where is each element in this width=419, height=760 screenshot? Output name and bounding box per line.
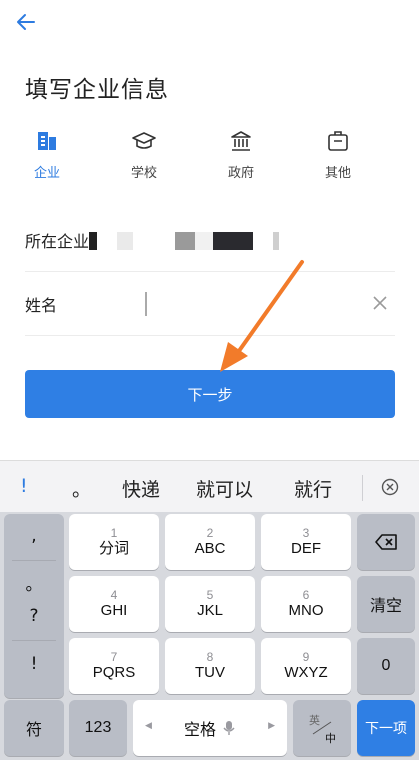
redacted-block xyxy=(195,232,213,250)
left-chevron-icon: ◀ xyxy=(145,720,152,730)
key-letters: TUV xyxy=(195,664,225,681)
redacted-block xyxy=(273,232,279,250)
key-9[interactable]: 9 WXYZ xyxy=(261,638,351,694)
key-7[interactable]: 7 PQRS xyxy=(69,638,159,694)
text-cursor xyxy=(145,292,147,316)
key-number: 9 xyxy=(302,650,310,664)
symbol-key[interactable]: 。 xyxy=(4,570,64,595)
close-keyboard-icon[interactable] xyxy=(381,478,399,496)
org-type-enterprise[interactable]: 企业 xyxy=(12,128,82,181)
backspace-icon xyxy=(375,534,397,550)
key-1[interactable]: 1 分词 xyxy=(69,514,159,570)
candidate-item[interactable]: 快递 xyxy=(122,475,160,502)
candidate-item[interactable]: 。 xyxy=(72,475,91,502)
space-key[interactable]: ◀ 空格 ▶ xyxy=(133,700,287,756)
key-number: 1 xyxy=(110,526,118,540)
clear-key[interactable]: 清空 xyxy=(357,576,415,632)
candidate-item[interactable]: 就可以 xyxy=(196,475,253,502)
microphone-icon xyxy=(223,721,235,735)
key-number: 2 xyxy=(206,526,214,540)
clear-key-label: 清空 xyxy=(369,598,402,615)
redacted-block xyxy=(89,232,97,250)
key-6[interactable]: 6 MNO xyxy=(261,576,351,632)
key-number: 8 xyxy=(206,650,214,664)
name-label: 姓名 xyxy=(25,296,58,315)
divider xyxy=(12,640,56,641)
org-type-selector: 企业 学校 政府 其他 xyxy=(0,128,419,188)
number-switch-key[interactable]: 123 xyxy=(69,700,127,756)
symbol-key[interactable]: ? xyxy=(4,606,64,626)
lang-chinese-label: 中 xyxy=(325,733,336,745)
language-switch-divider xyxy=(312,721,332,735)
key-4[interactable]: 4 GHI xyxy=(69,576,159,632)
right-chevron-icon: ▶ xyxy=(268,720,275,730)
symbol-key[interactable]: ! xyxy=(4,654,64,674)
redacted-block xyxy=(117,232,133,250)
candidate-item[interactable]: ! xyxy=(20,475,28,497)
candidate-bar: ! 。 快递 就可以 就行 xyxy=(0,460,419,512)
zero-key[interactable]: 0 xyxy=(357,638,415,694)
back-arrow-icon[interactable] xyxy=(14,10,38,34)
key-letters: DEF xyxy=(291,540,321,557)
page-title: 填写企业信息 xyxy=(25,77,169,103)
clear-icon[interactable] xyxy=(371,294,389,312)
lang-english-label: 英 xyxy=(309,715,320,727)
name-field[interactable]: 姓名 xyxy=(25,272,395,336)
government-icon xyxy=(206,128,276,154)
redacted-block xyxy=(175,232,195,250)
language-switch-key[interactable]: 英 中 xyxy=(293,700,351,756)
key-number: 5 xyxy=(206,588,214,602)
next-step-button[interactable]: 下一步 xyxy=(25,370,395,418)
symbol-key[interactable]: , xyxy=(4,526,64,546)
divider xyxy=(12,560,56,561)
key-number: 4 xyxy=(110,588,118,602)
key-3[interactable]: 3 DEF xyxy=(261,514,351,570)
key-letters: GHI xyxy=(100,602,128,619)
zero-key-label: 0 xyxy=(381,657,391,674)
key-8[interactable]: 8 TUV xyxy=(165,638,255,694)
company-label: 所在企业 xyxy=(25,232,90,251)
symbol-switch-key[interactable]: 符 xyxy=(4,700,64,756)
key-letters: WXYZ xyxy=(284,664,328,681)
org-type-label: 学校 xyxy=(130,166,157,181)
symbol-switch-label: 符 xyxy=(25,722,42,739)
symbol-column: , 。 ? ! xyxy=(4,514,64,698)
backspace-key[interactable] xyxy=(357,514,415,570)
key-letters: PQRS xyxy=(92,664,136,681)
key-5[interactable]: 5 JKL xyxy=(165,576,255,632)
key-2[interactable]: 2 ABC xyxy=(165,514,255,570)
keyboard: ! 。 快递 就可以 就行 , 。 ? ! 1 分词 2 ABC 3 DEF 4… xyxy=(0,460,419,760)
org-type-label: 企业 xyxy=(33,166,60,181)
number-switch-label: 123 xyxy=(84,719,112,736)
key-number: 6 xyxy=(302,588,310,602)
org-type-label: 其他 xyxy=(324,166,351,181)
key-letters: MNO xyxy=(288,602,324,619)
enterprise-icon xyxy=(12,128,82,154)
school-icon xyxy=(109,128,179,154)
candidate-item[interactable]: 就行 xyxy=(294,475,332,502)
key-letters: 分词 xyxy=(98,540,129,557)
other-icon xyxy=(303,128,373,154)
next-item-label: 下一项 xyxy=(365,720,407,736)
org-type-school[interactable]: 学校 xyxy=(109,128,179,181)
next-item-key[interactable]: 下一项 xyxy=(357,700,415,756)
key-number: 7 xyxy=(110,650,118,664)
org-type-other[interactable]: 其他 xyxy=(303,128,373,181)
key-letters: JKL xyxy=(197,602,223,619)
redacted-block xyxy=(213,232,253,250)
space-key-label: 空格 xyxy=(183,722,216,739)
org-type-government[interactable]: 政府 xyxy=(206,128,276,181)
company-field[interactable]: 所在企业 xyxy=(25,208,395,272)
key-number: 3 xyxy=(302,526,310,540)
key-letters: ABC xyxy=(194,540,226,557)
divider xyxy=(362,475,363,501)
org-type-label: 政府 xyxy=(227,166,254,181)
